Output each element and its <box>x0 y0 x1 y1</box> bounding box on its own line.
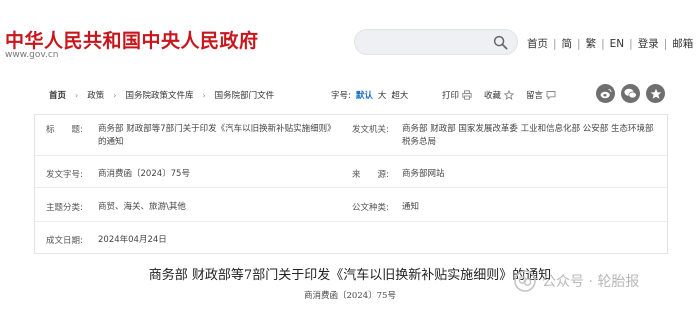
date-value: 2024年04月24日 <box>98 235 167 245</box>
category-value: 商贸、海关、旅游\其他 <box>98 202 186 212</box>
info-row-title: 标 题: 商务部 财政部等7部门关于印发《汽车以旧换新补贴实施细则》的通知 发文… <box>35 115 667 156</box>
title-value: 商务部 财政部等7部门关于印发《汽车以旧换新补贴实施细则》的通知 <box>98 124 336 147</box>
toplink-simplified[interactable]: 简 <box>562 36 573 51</box>
weibo-icon[interactable] <box>596 84 615 103</box>
share-icons <box>596 84 665 103</box>
site-title[interactable]: 中华人民共和国中央人民政府 <box>5 26 259 53</box>
source-label: 来 源: <box>352 170 389 180</box>
comment-label: 留言 <box>526 91 544 101</box>
title-label: 标 题: <box>46 125 83 135</box>
watermark-text: 公众号 · 轮胎报 <box>542 274 640 290</box>
breadcrumb-bar: 首页 › 政策 › 国务院政策文件库 › 国务院部门文件 字号: 默认 大 超大… <box>20 84 680 106</box>
toplink-traditional[interactable]: 繁 <box>586 36 597 51</box>
comment-icon <box>546 91 556 100</box>
toplink-english[interactable]: EN <box>610 38 625 50</box>
favorite-label: 收藏 <box>484 91 502 101</box>
qzone-icon[interactable] <box>646 84 665 103</box>
font-size-xlarge[interactable]: 超大 <box>391 89 408 101</box>
breadcrumb-policy[interactable]: 政策 <box>87 89 104 101</box>
info-row-docno: 发文字号: 商消费函〔2024〕75号 来 源: 商务部网站 <box>35 156 667 188</box>
font-size-label: 字号: <box>331 91 351 101</box>
wechat-official-account-icon <box>514 270 536 292</box>
font-size-selector: 字号: 默认 大 超大 <box>331 89 408 101</box>
chevron-right-icon: › <box>75 90 79 100</box>
article-actions: 打印 收藏 留言 <box>442 89 568 101</box>
print-button[interactable]: 打印 <box>442 89 472 101</box>
separator: | <box>601 37 605 50</box>
issuer-label: 发文机关: <box>352 125 389 135</box>
toplink-login[interactable]: 登录 <box>638 36 659 51</box>
breadcrumb-department-docs[interactable]: 国务院部门文件 <box>215 89 275 101</box>
print-icon <box>462 90 472 100</box>
doctype-value: 通知 <box>402 202 420 212</box>
search-box <box>354 29 518 55</box>
watermark: 公众号 · 轮胎报 <box>514 270 639 292</box>
font-size-default[interactable]: 默认 <box>356 89 373 101</box>
separator: | <box>553 37 557 50</box>
category-label: 主题分类: <box>46 203 83 213</box>
star-icon <box>504 90 515 100</box>
document-info-table: 标 题: 商务部 财政部等7部门关于印发《汽车以旧换新补贴实施细则》的通知 发文… <box>34 114 668 254</box>
issuer-value: 商务部 财政部 国家发展改革委 工业和信息化部 公安部 生态环境部 税务总局 <box>402 124 654 147</box>
site-header: 中华人民共和国中央人民政府 www.gov.cn 首页 | 简 | 繁 | EN… <box>0 0 700 72</box>
separator: | <box>577 37 581 50</box>
info-row-category: 主题分类: 商贸、海关、旅游\其他 公文种类: 通知 <box>35 188 667 222</box>
font-size-large[interactable]: 大 <box>378 89 387 101</box>
toplink-home[interactable]: 首页 <box>527 36 548 51</box>
source-value: 商务部网站 <box>402 169 445 179</box>
search-input[interactable] <box>367 34 487 52</box>
chevron-right-icon: › <box>202 90 206 100</box>
site-domain: www.gov.cn <box>5 50 59 60</box>
breadcrumb: 首页 › 政策 › 国务院政策文件库 › 国务院部门文件 <box>49 89 275 102</box>
date-label: 成文日期: <box>46 236 83 246</box>
info-row-date: 成文日期: 2024年04月24日 <box>35 222 667 254</box>
chevron-right-icon: › <box>113 90 117 100</box>
toplink-mailbox[interactable]: 邮箱 <box>672 36 693 51</box>
breadcrumb-policy-library[interactable]: 国务院政策文件库 <box>125 89 193 101</box>
separator: | <box>629 37 633 50</box>
favorite-button[interactable]: 收藏 <box>484 89 515 101</box>
wechat-icon[interactable] <box>621 84 640 103</box>
comment-button[interactable]: 留言 <box>526 89 556 101</box>
print-label: 打印 <box>442 91 460 101</box>
breadcrumb-home[interactable]: 首页 <box>49 89 66 101</box>
docno-value: 商消费函〔2024〕75号 <box>98 169 190 179</box>
top-links: 首页 | 简 | 繁 | EN | 登录 | 邮箱 <box>527 36 693 51</box>
docno-label: 发文字号: <box>46 170 83 180</box>
separator: | <box>663 37 668 50</box>
doctype-label: 公文种类: <box>352 203 389 213</box>
search-icon[interactable] <box>493 35 508 50</box>
